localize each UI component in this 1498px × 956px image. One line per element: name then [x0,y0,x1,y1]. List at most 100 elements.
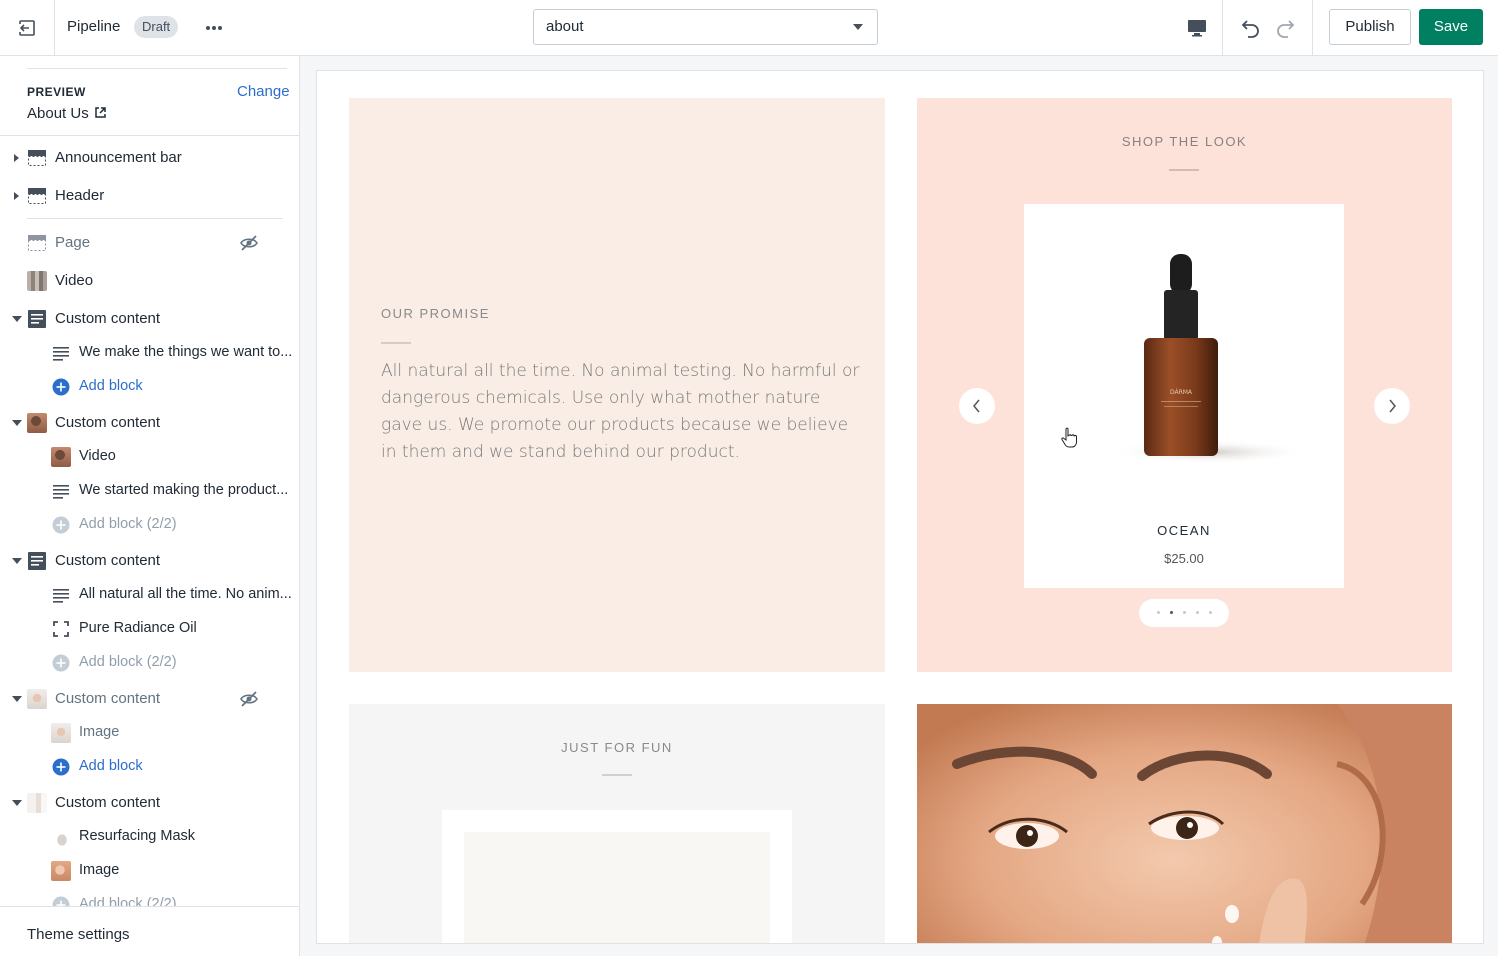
section-label: Video [55,272,94,289]
section-page[interactable]: Page [0,226,299,260]
section-video[interactable]: Video [0,264,299,298]
preview-page-name: About Us [27,105,89,122]
block-text[interactable]: All natural all the time. No anim... [0,578,299,612]
exit-button[interactable] [0,0,55,55]
expand-arrow-icon[interactable] [14,192,19,200]
external-link-icon[interactable] [95,107,106,118]
divider [602,774,632,776]
carousel-next-button[interactable] [1374,388,1410,424]
add-block-button[interactable]: Add block [0,750,299,784]
plus-circle-icon [52,758,70,776]
top-bar: Pipeline Draft about Publish Save [0,0,1498,56]
carousel-dot[interactable] [1183,611,1186,614]
text-lines-icon [53,347,69,361]
collapse-arrow-icon[interactable] [12,696,22,702]
hidden-eye-icon[interactable] [239,689,259,709]
undo-icon [1241,20,1259,38]
shop-title: SHOP THE LOOK [1121,134,1248,149]
hand-pointer-cursor-icon [1061,427,1077,448]
block-text[interactable]: We started making the product... [0,474,299,508]
jar-thumbnail-icon [51,827,71,847]
publish-button[interactable]: Publish [1329,9,1411,45]
chevron-left-icon [973,399,980,413]
theme-settings-footer[interactable]: Theme settings [0,906,299,956]
plus-circle-icon [52,654,70,672]
plus-circle-icon [52,516,70,534]
more-actions-button[interactable] [200,14,228,42]
carousel-dot[interactable] [1196,611,1199,614]
carousel-dot-active[interactable] [1170,611,1173,614]
collapse-arrow-icon[interactable] [12,800,22,806]
block-label: Video [79,448,116,464]
section-custom-content[interactable]: Custom content [0,302,299,336]
collapse-arrow-icon[interactable] [12,316,22,322]
product-card[interactable]: DÁRMA OCEAN $25.00 [1024,204,1344,588]
expand-arrow-icon[interactable] [14,154,19,162]
change-preview-link[interactable]: Change [237,83,290,100]
block-product[interactable]: Pure Radiance Oil [0,612,299,646]
fun-card[interactable] [442,810,792,943]
text-section-icon [28,552,46,570]
product-frame-icon [53,621,69,637]
section-label: Custom content [55,552,161,569]
portrait-thumbnail-icon [51,723,71,743]
promise-title: OUR PROMISE [381,306,490,321]
block-image[interactable]: Image [0,716,299,750]
video-thumbnail-icon [27,271,47,291]
collapse-arrow-icon[interactable] [12,558,22,564]
section-label: Page [55,234,91,251]
hidden-eye-icon[interactable] [239,233,259,253]
block-label: We make the things we want to... [79,344,293,360]
undo-button[interactable] [1234,12,1266,44]
section-custom-content[interactable]: Custom content [0,682,299,716]
shop-the-look-panel: SHOP THE LOOK DÁRMA OCEAN $25.00 [917,98,1452,672]
section-label: Custom content [55,310,161,327]
divider [27,218,283,219]
fun-title: JUST FOR FUN [561,740,673,755]
block-image[interactable]: Image [0,854,299,888]
section-custom-content[interactable]: Custom content [0,544,299,578]
carousel-pagination[interactable] [1139,599,1229,627]
preview-canvas[interactable]: OUR PROMISE All natural all the time. No… [316,70,1484,944]
section-label: Custom content [55,414,161,431]
section-page-icon [28,235,46,251]
divider [381,342,411,344]
desktop-icon [1188,19,1206,36]
block-label: Image [79,862,120,878]
section-custom-content[interactable]: Custom content [0,406,299,440]
add-block-label: Add block [79,758,143,774]
preview-label: PREVIEW [27,85,86,99]
block-text[interactable]: We make the things we want to... [0,336,299,370]
theme-settings-label: Theme settings [27,926,130,943]
carousel-prev-button[interactable] [959,388,995,424]
section-announcement-bar[interactable]: Announcement bar [0,141,299,175]
divider [1169,169,1199,171]
carousel-dot[interactable] [1157,611,1160,614]
exit-icon [19,19,35,36]
block-product[interactable]: Resurfacing Mask [0,820,299,854]
device-preview-button[interactable] [1172,0,1223,55]
redo-button[interactable] [1270,12,1302,44]
section-header-icon [28,188,46,204]
block-label: Resurfacing Mask [79,828,196,844]
add-block-button-disabled[interactable]: Add block (2/2) [0,508,299,542]
add-block-label: Add block (2/2) [79,654,177,670]
section-header-icon [28,150,46,166]
section-custom-content[interactable]: Custom content [0,786,299,820]
collapse-arrow-icon[interactable] [12,420,22,426]
section-label: Custom content [55,794,161,811]
add-block-button[interactable]: Add block [0,370,299,404]
page-selector[interactable]: about [533,9,878,45]
add-block-button-disabled[interactable]: Add block (2/2) [0,646,299,680]
block-label: Pure Radiance Oil [79,620,197,636]
section-header[interactable]: Header [0,179,299,213]
toolbar-divider [1312,0,1313,55]
promise-text: All natural all the time. No animal test… [381,361,860,462]
page-selector-value: about [546,18,584,35]
save-button[interactable]: Save [1419,9,1483,45]
plus-circle-icon [52,378,70,396]
sidebar: PREVIEW Change About Us Announcement bar… [0,56,300,956]
block-video[interactable]: Video [0,440,299,474]
carousel-dot[interactable] [1209,611,1212,614]
section-label: Announcement bar [55,149,182,166]
